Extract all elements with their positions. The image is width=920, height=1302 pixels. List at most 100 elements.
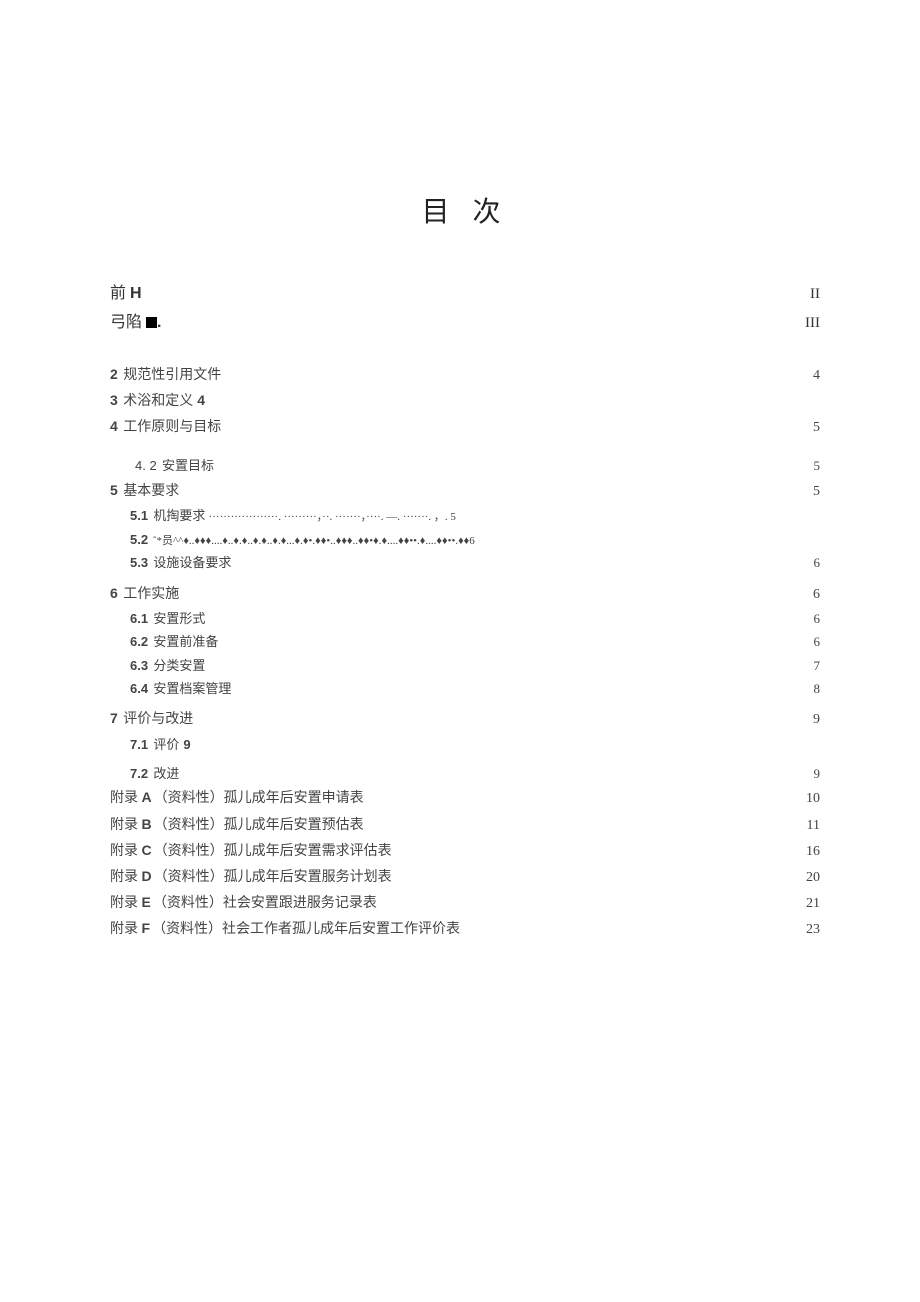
toc-entry-text: 术浴和定义 [123, 394, 193, 409]
toc-entry-label: 5.3 设施设备要求 [130, 551, 231, 574]
toc-entry: 附录 B（资料性）孤儿成年后安置预估表 11 [110, 812, 820, 838]
toc-entry-page: 6 [814, 607, 821, 630]
toc-entry-text: ···················. ·········，··. ·····… [209, 511, 456, 523]
toc-entry-label: 附录 F（资料性）社会工作者孤儿成年后安置工作评价表 [110, 916, 460, 942]
toc-entry-text-suffix: （资料性）孤儿成年后安置需求评估表 [154, 844, 392, 859]
toc-entry-page: 20 [806, 865, 820, 890]
toc-entry-label: 7.2 改进 [130, 762, 179, 785]
toc-entry: 7.1 评价 9 [110, 733, 820, 756]
toc-entry-page: 8 [814, 677, 821, 700]
toc-entry-text: 评价 [153, 737, 179, 752]
toc-title: 目 次 [110, 190, 820, 230]
toc-entry-label: 4 工作原则与目标 [110, 414, 221, 440]
toc-entry-appendix-letter: A [142, 789, 152, 805]
spacer [110, 440, 820, 454]
toc-entry: 2 规范性引用文件 4 [110, 362, 820, 388]
toc-entry: 4. 2 安置目标 5 [110, 454, 820, 477]
toc-entry-page: 16 [806, 839, 820, 864]
toc-entry-text-prefix: 附录 [110, 870, 142, 885]
toc-entry-label: 2 规范性引用文件 [110, 362, 221, 388]
toc-entry-label: 6.2 安置前准备 [130, 630, 218, 653]
toc-entry-page: 6 [814, 551, 821, 574]
toc-entry-label: 5.1 机掏要求 ···················. ·········，… [130, 504, 456, 528]
toc-entry-label: 附录 D（资料性）孤儿成年后安置服务计划表 [110, 864, 392, 890]
toc-entry-text-suffix: （资料性）孤儿成年后安置服务计划表 [154, 870, 392, 885]
toc-entry-page: 10 [806, 786, 820, 811]
toc-entry-text: 基本要求 [123, 484, 179, 499]
toc-entry-text: 设施设备要求 [153, 555, 231, 570]
toc-entry: 附录 C（资料性）孤儿成年后安置需求评估表16 [110, 838, 820, 864]
toc-entry-number: 6.2 [130, 634, 148, 649]
toc-entry-number: 3 [110, 392, 118, 408]
toc-entry-text-suffix: （资料性）孤儿成年后安置申请表 [154, 791, 364, 806]
toc-entry-text: 安置前准备 [153, 634, 218, 649]
toc-entry-page: 4 [197, 388, 205, 413]
toc-entry-appendix-letter: C [142, 842, 152, 858]
toc-entry-label: 4. 2 安置目标 [135, 454, 214, 477]
toc-entry-page: 23 [806, 917, 820, 942]
toc-entry-page: 9 [183, 733, 190, 756]
toc-entry: 6.2 安置前准备6 [110, 630, 820, 653]
toc-entry-number: 4. 2 [135, 458, 157, 473]
toc-entry-text: 工作实施 [123, 587, 179, 602]
toc-entry-text-prefix: 附录 [110, 896, 142, 911]
toc-entry-page: 5 [813, 415, 820, 440]
toc-entry-number: 7.1 [130, 737, 148, 752]
toc-entry-text-suffix: （资料性）社会安置跟进服务记录表 [153, 896, 377, 911]
toc-entry-text-prefix: 附录 [110, 818, 142, 833]
toc-entry-label: 5 基本要求 [110, 478, 179, 504]
toc-entry-text: 安置档案管理 [153, 681, 231, 696]
toc-entry-appendix-letter: B [142, 816, 152, 832]
toc-entry-number: 6.3 [130, 658, 148, 673]
toc-front-line: 前HII [110, 280, 820, 309]
toc-entry-page: 4 [813, 363, 820, 388]
square-glyph [146, 317, 157, 328]
toc-entry-number: 6 [110, 585, 118, 601]
toc-entry: 7.2 改进 9 [110, 762, 820, 785]
toc-front-page: III [805, 310, 820, 337]
toc-entry-page: 5 [813, 479, 820, 504]
toc-entry: 4 工作原则与目标 5 [110, 414, 820, 440]
toc-entry-text: 机掏要求 [150, 508, 209, 523]
toc-entry-text: 安置形式 [153, 611, 205, 626]
toc-entry-label: 6.1 安置形式 [130, 607, 205, 630]
toc-entry-appendix-letter: E [142, 894, 151, 910]
toc-entry-label: 6.4 安置档案管理 [130, 677, 231, 700]
toc-entry-number: 2 [110, 366, 118, 382]
toc-entry-page: 7 [814, 654, 821, 677]
toc-entry-page: 21 [806, 891, 820, 916]
toc-entry-number: 4 [110, 418, 118, 434]
toc-entry-text: 改进 [153, 766, 179, 781]
toc-entry-number: 7 [110, 710, 118, 726]
toc-entry-text-suffix: （资料性）孤儿成年后安置预估表 [154, 818, 364, 833]
toc-entry: 5.2 ˆ*员^^♦..♦♦♦....♦..♦.♦..♦.♦..♦.♦...♦.… [110, 528, 820, 552]
toc-entry-text: 工作原则与目标 [123, 420, 221, 435]
toc-body: 2 规范性引用文件43 术浴和定义44 工作原则与目标54. 2 安置目标55 … [110, 362, 820, 943]
toc-entry-text: 安置目标 [162, 458, 214, 473]
toc-entry: 5 基本要求 5 [110, 478, 820, 504]
toc-entry-page: 6 [813, 582, 820, 607]
toc-entry-number: 7.2 [130, 766, 148, 781]
toc-entry-number: 5.3 [130, 555, 148, 570]
toc-entry-page: 11 [807, 813, 820, 838]
toc-entry: 3 术浴和定义 4 [110, 388, 820, 414]
toc-entry-text: 规范性引用文件 [123, 368, 221, 383]
toc-entry: 附录 F（资料性）社会工作者孤儿成年后安置工作评价表 23 [110, 916, 820, 942]
toc-entry-appendix-letter: F [142, 920, 151, 936]
toc-entry-text-suffix: （资料性）社会工作者孤儿成年后安置工作评价表 [152, 922, 460, 937]
toc-entry-page: 5 [814, 454, 821, 477]
toc-entry: 5.1 机掏要求 ···················. ·········，… [110, 504, 820, 528]
toc-entry-label: 附录 E（资料性）社会安置跟进服务记录表 [110, 890, 377, 916]
toc-entry-page: 9 [814, 762, 821, 785]
toc-front-matter: 前HII弓陷.III [110, 280, 820, 338]
toc-entry: 附录 D（资料性）孤儿成年后安置服务计划表 20 [110, 864, 820, 890]
toc-front-label: 前 [110, 285, 126, 302]
toc-entry-number: 5.1 [130, 508, 148, 523]
spacer [110, 338, 820, 362]
toc-front-label-suffix: H [130, 285, 142, 302]
toc-entry-text: 评价与改进 [123, 712, 193, 727]
toc-entry-text: ˆ*员^^♦..♦♦♦....♦..♦.♦..♦.♦..♦.♦...♦.♦•.♦… [150, 535, 475, 547]
toc-entry-label: 6 工作实施 [110, 581, 179, 607]
toc-front-line: 弓陷.III [110, 309, 820, 338]
toc-entry-text-prefix: 附录 [110, 791, 142, 806]
